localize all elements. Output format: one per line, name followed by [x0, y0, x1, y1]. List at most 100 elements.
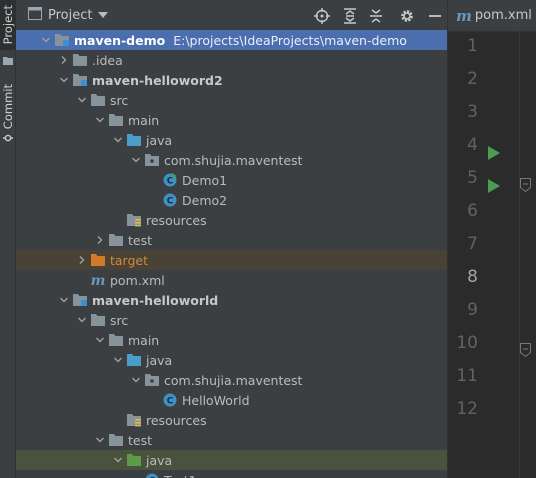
tree-row[interactable]: maven-helloword2 — [16, 70, 447, 90]
chevron-down-icon[interactable] — [56, 72, 72, 88]
project-panel: Project maven-demo E:\projects\IdeaProjec… — [16, 0, 447, 478]
line-number[interactable]: 7 — [448, 228, 478, 261]
editor-line: 6 — [448, 195, 536, 228]
chevron-down-icon[interactable] — [128, 372, 144, 388]
tree-row[interactable]: java — [16, 350, 447, 370]
chevron-down-icon[interactable] — [56, 292, 72, 308]
chevron-down-icon[interactable] — [92, 432, 108, 448]
tree-row[interactable]: m pom.xml — [16, 270, 447, 290]
chevron-down-icon[interactable] — [110, 352, 126, 368]
tree-row[interactable]: resources — [16, 210, 447, 230]
editor-line: 7 — [448, 228, 536, 261]
module-folder-icon — [72, 72, 88, 88]
tree-row[interactable]: test — [16, 230, 447, 250]
tree-row-label: test — [128, 432, 153, 448]
gear-icon[interactable] — [398, 7, 416, 25]
commit-tool-tab[interactable]: Commit — [0, 84, 16, 130]
tree-row[interactable]: src — [16, 90, 447, 110]
tree-row-label: resources — [146, 412, 207, 428]
folder-icon — [90, 92, 106, 108]
line-number[interactable]: 9 — [448, 294, 478, 327]
chevron-right-icon[interactable] — [92, 232, 108, 248]
line-number[interactable]: 2 — [448, 63, 478, 96]
tool-window-strip: Project Commit — [0, 0, 16, 478]
line-number[interactable]: 5 — [448, 162, 478, 195]
package-icon — [144, 152, 160, 168]
editor-line: 5 — [448, 162, 536, 195]
line-number[interactable]: 4 — [448, 129, 478, 162]
tree-row-label: java — [146, 132, 173, 148]
line-number[interactable]: 11 — [448, 360, 478, 393]
tree-row-label: src — [110, 92, 129, 108]
tree-row[interactable]: main — [16, 110, 447, 130]
java-main-class-icon: C — [162, 172, 178, 188]
tree-row[interactable]: C Test1 — [16, 470, 447, 478]
folder-icon — [108, 232, 124, 248]
tree-row[interactable]: src — [16, 310, 447, 330]
editor-tab-bar: m pom.xml (m — [448, 0, 536, 32]
editor-line: 8 — [448, 261, 536, 294]
tree-row-label: com.shujia.maventest — [164, 152, 303, 168]
tree-row-label: main — [128, 112, 160, 128]
tree-row[interactable]: C Demo1 — [16, 170, 447, 190]
select-opened-file-icon[interactable] — [313, 7, 331, 25]
line-number[interactable]: 1 — [448, 30, 478, 63]
resources-folder-icon — [126, 412, 142, 428]
chevron-down-icon[interactable] — [128, 152, 144, 168]
chevron-down-icon[interactable] — [92, 332, 108, 348]
project-view-icon — [28, 7, 42, 24]
folder-icon — [108, 332, 124, 348]
tree-row[interactable]: test — [16, 430, 447, 450]
chevron-down-icon[interactable] — [110, 132, 126, 148]
chevron-down-icon — [98, 8, 109, 23]
chevron-right-icon[interactable] — [74, 252, 90, 268]
line-number[interactable]: 6 — [448, 195, 478, 228]
hide-panel-icon[interactable] — [426, 7, 444, 25]
svg-text:C: C — [167, 197, 174, 207]
line-number-gutter: 1 2 3 4 5 6 7 8 9 10 11 12 — [448, 30, 536, 426]
collapse-all-icon[interactable] — [367, 7, 385, 25]
line-number[interactable]: 10 — [448, 327, 478, 360]
package-icon — [144, 372, 160, 388]
tree-row-label: com.shujia.maventest — [164, 372, 303, 388]
tree-row-label: target — [110, 252, 149, 268]
folder-icon — [108, 112, 124, 128]
tree-row-label: maven-helloworld — [92, 292, 219, 308]
tree-row[interactable]: java — [16, 450, 447, 470]
tree-row[interactable]: maven-demo E:\projects\IdeaProjects\maven… — [16, 30, 447, 50]
tree-row[interactable]: C HelloWorld — [16, 390, 447, 410]
line-number[interactable]: 12 — [448, 393, 478, 426]
tree-row[interactable]: com.shujia.maventest — [16, 150, 447, 170]
tree-row[interactable]: maven-helloworld — [16, 290, 447, 310]
tree-row[interactable]: resources — [16, 410, 447, 430]
project-tool-tab-label: Project — [1, 5, 15, 45]
line-number[interactable]: 8 — [448, 261, 478, 294]
folder-icon — [108, 432, 124, 448]
chevron-right-icon[interactable] — [56, 52, 72, 68]
maven-file-icon: m — [456, 6, 472, 25]
tree-row[interactable]: target — [16, 250, 447, 270]
chevron-down-icon[interactable] — [74, 92, 90, 108]
tree-row[interactable]: C Demo2 — [16, 190, 447, 210]
tree-row-label: src — [110, 312, 129, 328]
line-number[interactable]: 3 — [448, 96, 478, 129]
tree-row[interactable]: .idea — [16, 50, 447, 70]
project-tool-tab[interactable]: Project — [0, 0, 16, 50]
tree-row[interactable]: java — [16, 130, 447, 150]
chevron-down-icon[interactable] — [110, 452, 126, 468]
tree-row[interactable]: com.shujia.maventest — [16, 370, 447, 390]
chevron-down-icon[interactable] — [38, 32, 54, 48]
chevron-down-icon[interactable] — [92, 112, 108, 128]
editor-tab-pom[interactable]: m pom.xml (m — [456, 7, 536, 25]
tree-row-label: java — [146, 352, 173, 368]
source-folder-icon — [126, 352, 142, 368]
tree-row[interactable]: main — [16, 330, 447, 350]
chevron-down-icon[interactable] — [74, 312, 90, 328]
project-view-selector[interactable]: Project — [28, 7, 109, 24]
expand-all-icon[interactable] — [341, 7, 359, 25]
